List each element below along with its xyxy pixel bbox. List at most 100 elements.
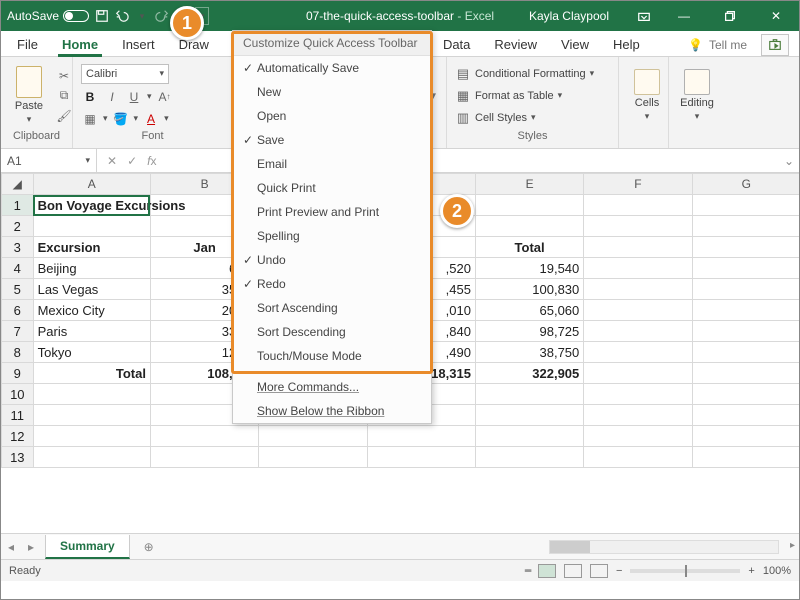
fill-color-icon[interactable]: 🪣 <box>112 110 130 128</box>
normal-view-icon[interactable] <box>538 564 556 578</box>
qat-toggle-item[interactable]: Sort Ascending <box>233 296 431 320</box>
fill-color-dropdown-icon[interactable]: ▾ <box>134 113 139 124</box>
cell[interactable] <box>692 195 799 216</box>
bold-button[interactable]: B <box>81 88 99 106</box>
cell[interactable]: 38,750 <box>475 342 583 363</box>
row-header[interactable]: 9 <box>2 363 34 384</box>
increase-font-icon[interactable]: A↑ <box>156 88 174 106</box>
row-header[interactable]: 7 <box>2 321 34 342</box>
cell[interactable]: Tokyo <box>33 342 150 363</box>
qat-toggle-item[interactable]: Sort Descending <box>233 320 431 344</box>
tab-review[interactable]: Review <box>482 33 549 56</box>
font-color-icon[interactable]: A <box>142 110 160 128</box>
tell-me-search[interactable]: 💡 Tell me <box>688 34 799 56</box>
tab-view[interactable]: View <box>549 33 601 56</box>
conditional-formatting-button[interactable]: ▤Conditional Formatting▾ <box>455 64 594 84</box>
cell-styles-button[interactable]: ▥Cell Styles▾ <box>455 108 594 128</box>
ribbon-options-icon[interactable] <box>627 1 661 31</box>
zoom-out-icon[interactable]: − <box>616 565 622 577</box>
tab-help[interactable]: Help <box>601 33 652 56</box>
cell[interactable]: Beijing <box>33 258 150 279</box>
minimize-button[interactable]: — <box>661 1 707 31</box>
qat-toggle-item[interactable]: Quick Print <box>233 176 431 200</box>
row-header[interactable]: 8 <box>2 342 34 363</box>
row-header[interactable]: 2 <box>2 216 34 237</box>
tab-file[interactable]: File <box>5 33 50 56</box>
cancel-icon[interactable]: ✕ <box>107 154 117 168</box>
horizontal-scrollbar[interactable] <box>549 540 779 554</box>
cell[interactable]: 19,540 <box>475 258 583 279</box>
enter-icon[interactable]: ✓ <box>127 154 137 168</box>
underline-dropdown-icon[interactable]: ▾ <box>147 91 152 102</box>
cell[interactable]: Las Vegas <box>33 279 150 300</box>
row-header[interactable]: 4 <box>2 258 34 279</box>
row-header[interactable]: 5 <box>2 279 34 300</box>
font-color-dropdown-icon[interactable]: ▾ <box>164 113 169 124</box>
row-header[interactable]: 13 <box>2 447 34 468</box>
share-button[interactable] <box>761 34 789 56</box>
qat-toggle-item[interactable]: New <box>233 80 431 104</box>
cell[interactable]: Total <box>475 237 583 258</box>
font-name-select[interactable]: Calibri▾ <box>81 64 169 84</box>
user-name[interactable]: Kayla Claypool <box>529 9 609 23</box>
tab-home[interactable]: Home <box>50 33 110 56</box>
cell[interactable] <box>33 216 150 237</box>
cell[interactable]: Bon Voyage Excursions <box>33 195 150 216</box>
cells-button[interactable]: Cells▾ <box>627 69 667 122</box>
cell[interactable]: 100,830 <box>475 279 583 300</box>
row-header[interactable]: 10 <box>2 384 34 405</box>
col-header[interactable]: F <box>584 174 692 195</box>
qat-toggle-item[interactable]: Print Preview and Print <box>233 200 431 224</box>
qat-toggle-item[interactable]: Open <box>233 104 431 128</box>
row-header[interactable]: 3 <box>2 237 34 258</box>
page-break-view-icon[interactable] <box>590 564 608 578</box>
qat-toggle-item[interactable]: ✓Undo <box>233 248 431 272</box>
undo-icon[interactable] <box>115 9 129 23</box>
row-header[interactable]: 6 <box>2 300 34 321</box>
row-header[interactable]: 11 <box>2 405 34 426</box>
cell[interactable]: 322,905 <box>475 363 583 384</box>
display-settings-icon[interactable]: ▪▪▪ <box>524 565 530 577</box>
fx-icon[interactable]: fx <box>147 154 156 168</box>
qat-toggle-item[interactable]: ✓Automatically Save <box>233 56 431 80</box>
restore-button[interactable] <box>707 1 753 31</box>
tab-data[interactable]: Data <box>431 33 482 56</box>
borders-icon[interactable]: ▦ <box>81 110 99 128</box>
zoom-slider[interactable] <box>630 569 740 573</box>
col-header[interactable]: E <box>475 174 583 195</box>
save-icon[interactable] <box>95 9 109 23</box>
copy-icon[interactable]: ⧉ <box>55 87 73 105</box>
page-layout-view-icon[interactable] <box>564 564 582 578</box>
cell[interactable]: 98,725 <box>475 321 583 342</box>
borders-dropdown-icon[interactable]: ▾ <box>103 113 108 124</box>
close-button[interactable]: ✕ <box>753 1 799 31</box>
qat-more-commands[interactable]: More Commands... <box>233 375 431 399</box>
cell[interactable]: 65,060 <box>475 300 583 321</box>
cell[interactable] <box>584 195 692 216</box>
name-box[interactable]: A1▾ <box>1 149 97 172</box>
qat-toggle-item[interactable]: ✓Redo <box>233 272 431 296</box>
editing-button[interactable]: Editing▾ <box>677 69 717 122</box>
zoom-level[interactable]: 100% <box>763 565 791 577</box>
sheet-tab-summary[interactable]: Summary <box>45 535 130 559</box>
undo-dropdown-icon[interactable]: ▾ <box>135 9 149 23</box>
qat-toggle-item[interactable]: ✓Save <box>233 128 431 152</box>
zoom-control[interactable]: − + 100% <box>616 565 791 577</box>
scroll-right-icon[interactable]: ▸ <box>790 540 795 551</box>
qat-toggle-item[interactable]: Email <box>233 152 431 176</box>
zoom-in-icon[interactable]: + <box>748 565 754 577</box>
autosave-toggle[interactable]: AutoSave <box>7 9 89 23</box>
italic-button[interactable]: I <box>103 88 121 106</box>
format-as-table-button[interactable]: ▦Format as Table▾ <box>455 86 594 106</box>
format-painter-icon[interactable]: 🖌 <box>55 107 73 125</box>
col-header[interactable]: A <box>33 174 150 195</box>
cell[interactable]: Excursion <box>33 237 150 258</box>
new-sheet-icon[interactable]: ⊕ <box>138 536 160 558</box>
underline-button[interactable]: U <box>125 88 143 106</box>
select-all-corner[interactable]: ◢ <box>2 174 34 195</box>
qat-show-below-ribbon[interactable]: Show Below the Ribbon <box>233 399 431 423</box>
redo-icon[interactable] <box>155 9 169 23</box>
tab-insert[interactable]: Insert <box>110 33 167 56</box>
expand-formula-bar-icon[interactable]: ⌄ <box>779 154 799 168</box>
row-header[interactable]: 1 <box>2 195 34 216</box>
